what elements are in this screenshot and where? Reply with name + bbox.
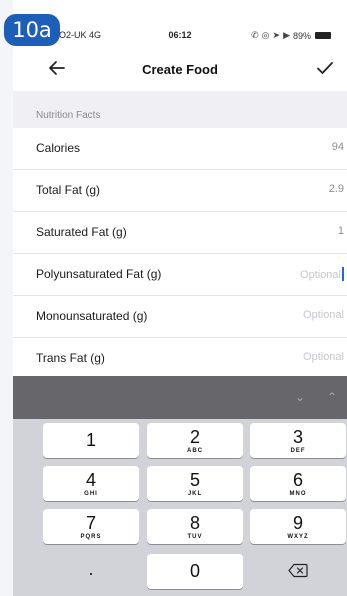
section-header: Nutrition Facts xyxy=(36,110,101,121)
key-digit: 8 xyxy=(189,513,200,533)
key-8[interactable]: 8 TUV xyxy=(147,509,243,544)
key-2[interactable]: 2 ABC xyxy=(147,423,243,458)
battery-icon xyxy=(315,32,331,39)
key-digit: 0 xyxy=(189,561,200,581)
chevron-down-icon[interactable]: ⌄ xyxy=(295,390,305,404)
key-digit: 6 xyxy=(292,470,303,490)
field-label: Monounsaturated (g) xyxy=(36,309,148,323)
key-6[interactable]: 6 MNO xyxy=(250,466,346,501)
key-letters: DEF xyxy=(290,448,306,454)
key-4[interactable]: 4 GHI xyxy=(43,466,139,501)
phone-screen: O2-UK 4G 06:12 ✆ ◎ ➤ ▶ 89% Create Food N… xyxy=(13,0,347,596)
status-indicators: ✆ ◎ ➤ ▶ 89% xyxy=(251,30,331,41)
polyunsaturated-fat-input[interactable]: Optional xyxy=(300,267,344,281)
field-label: Saturated Fat (g) xyxy=(36,225,127,239)
field-label: Trans Fat (g) xyxy=(36,351,105,365)
key-digit: 4 xyxy=(85,470,96,490)
monounsaturated-row[interactable]: Monounsaturated (g) Optional xyxy=(13,296,347,338)
text-caret xyxy=(342,267,344,281)
total-fat-row[interactable]: Total Fat (g) 2.9 xyxy=(13,170,347,212)
monounsaturated-input[interactable]: Optional xyxy=(303,309,344,321)
chevron-up-icon[interactable]: ⌃ xyxy=(327,390,337,404)
key-letters: MNO xyxy=(289,491,307,497)
alarm-icon: ◎ xyxy=(261,30,270,40)
bluetooth-icon: ▶ xyxy=(283,30,290,40)
key-letters: WXYZ xyxy=(287,534,309,540)
key-letters: GHI xyxy=(84,491,98,497)
key-digit: 1 xyxy=(85,430,96,450)
field-label: Polyunsaturated Fat (g) xyxy=(36,267,162,281)
calories-input[interactable]: 94 xyxy=(332,141,344,153)
status-bar: O2-UK 4G 06:12 ✆ ◎ ➤ ▶ 89% xyxy=(13,28,347,44)
location-icon: ➤ xyxy=(272,30,281,40)
key-digit: 7 xyxy=(85,513,96,533)
key-letters: JKL xyxy=(187,491,203,497)
step-badge: 10a xyxy=(4,14,60,46)
polyunsaturated-fat-row[interactable]: Polyunsaturated Fat (g) Optional xyxy=(13,254,347,296)
key-digit: 9 xyxy=(292,513,303,533)
key-letters: PQRS xyxy=(80,534,102,540)
key-digit: 3 xyxy=(292,427,303,447)
saturated-fat-row[interactable]: Saturated Fat (g) 1 xyxy=(13,212,347,254)
key-digit: 5 xyxy=(189,470,200,490)
battery-percent: 89% xyxy=(292,30,311,41)
numeric-keypad: 1 2 ABC 3 DEF 4 GHI 5 JKL 6 MNO 7 PQRS 8… xyxy=(13,419,347,596)
field-placeholder: Optional xyxy=(300,269,341,281)
key-7[interactable]: 7 PQRS xyxy=(43,509,139,544)
key-0[interactable]: 0 xyxy=(147,554,243,589)
phone-icon: ✆ xyxy=(251,30,259,40)
key-5[interactable]: 5 JKL xyxy=(147,466,243,501)
trans-fat-row[interactable]: Trans Fat (g) Optional xyxy=(13,338,347,379)
keyboard-toolbar: ⌄ ⌃ xyxy=(13,376,347,419)
total-fat-input[interactable]: 2.9 xyxy=(329,183,344,195)
key-9[interactable]: 9 WXYZ xyxy=(250,509,346,544)
key-1[interactable]: 1 xyxy=(43,423,139,458)
field-label: Total Fat (g) xyxy=(36,183,101,197)
trans-fat-input[interactable]: Optional xyxy=(303,351,344,363)
saturated-fat-input[interactable]: 1 xyxy=(338,225,344,237)
key-digit: 2 xyxy=(189,427,200,447)
page-title: Create Food xyxy=(142,62,218,77)
navigation-bar: Create Food xyxy=(13,52,347,88)
backspace-icon xyxy=(288,563,308,578)
delete-key[interactable] xyxy=(250,554,346,589)
calories-row[interactable]: Calories 94 xyxy=(13,128,347,170)
checkmark-icon[interactable] xyxy=(313,56,337,80)
field-label: Calories xyxy=(36,141,81,155)
key-digit: . xyxy=(88,559,94,579)
key-decimal[interactable]: . xyxy=(43,554,139,589)
nutrition-form: Calories 94 Total Fat (g) 2.9 Saturated … xyxy=(13,128,347,379)
key-letters: TUV xyxy=(187,534,203,540)
key-3[interactable]: 3 DEF xyxy=(250,423,346,458)
key-letters: ABC xyxy=(187,448,203,454)
